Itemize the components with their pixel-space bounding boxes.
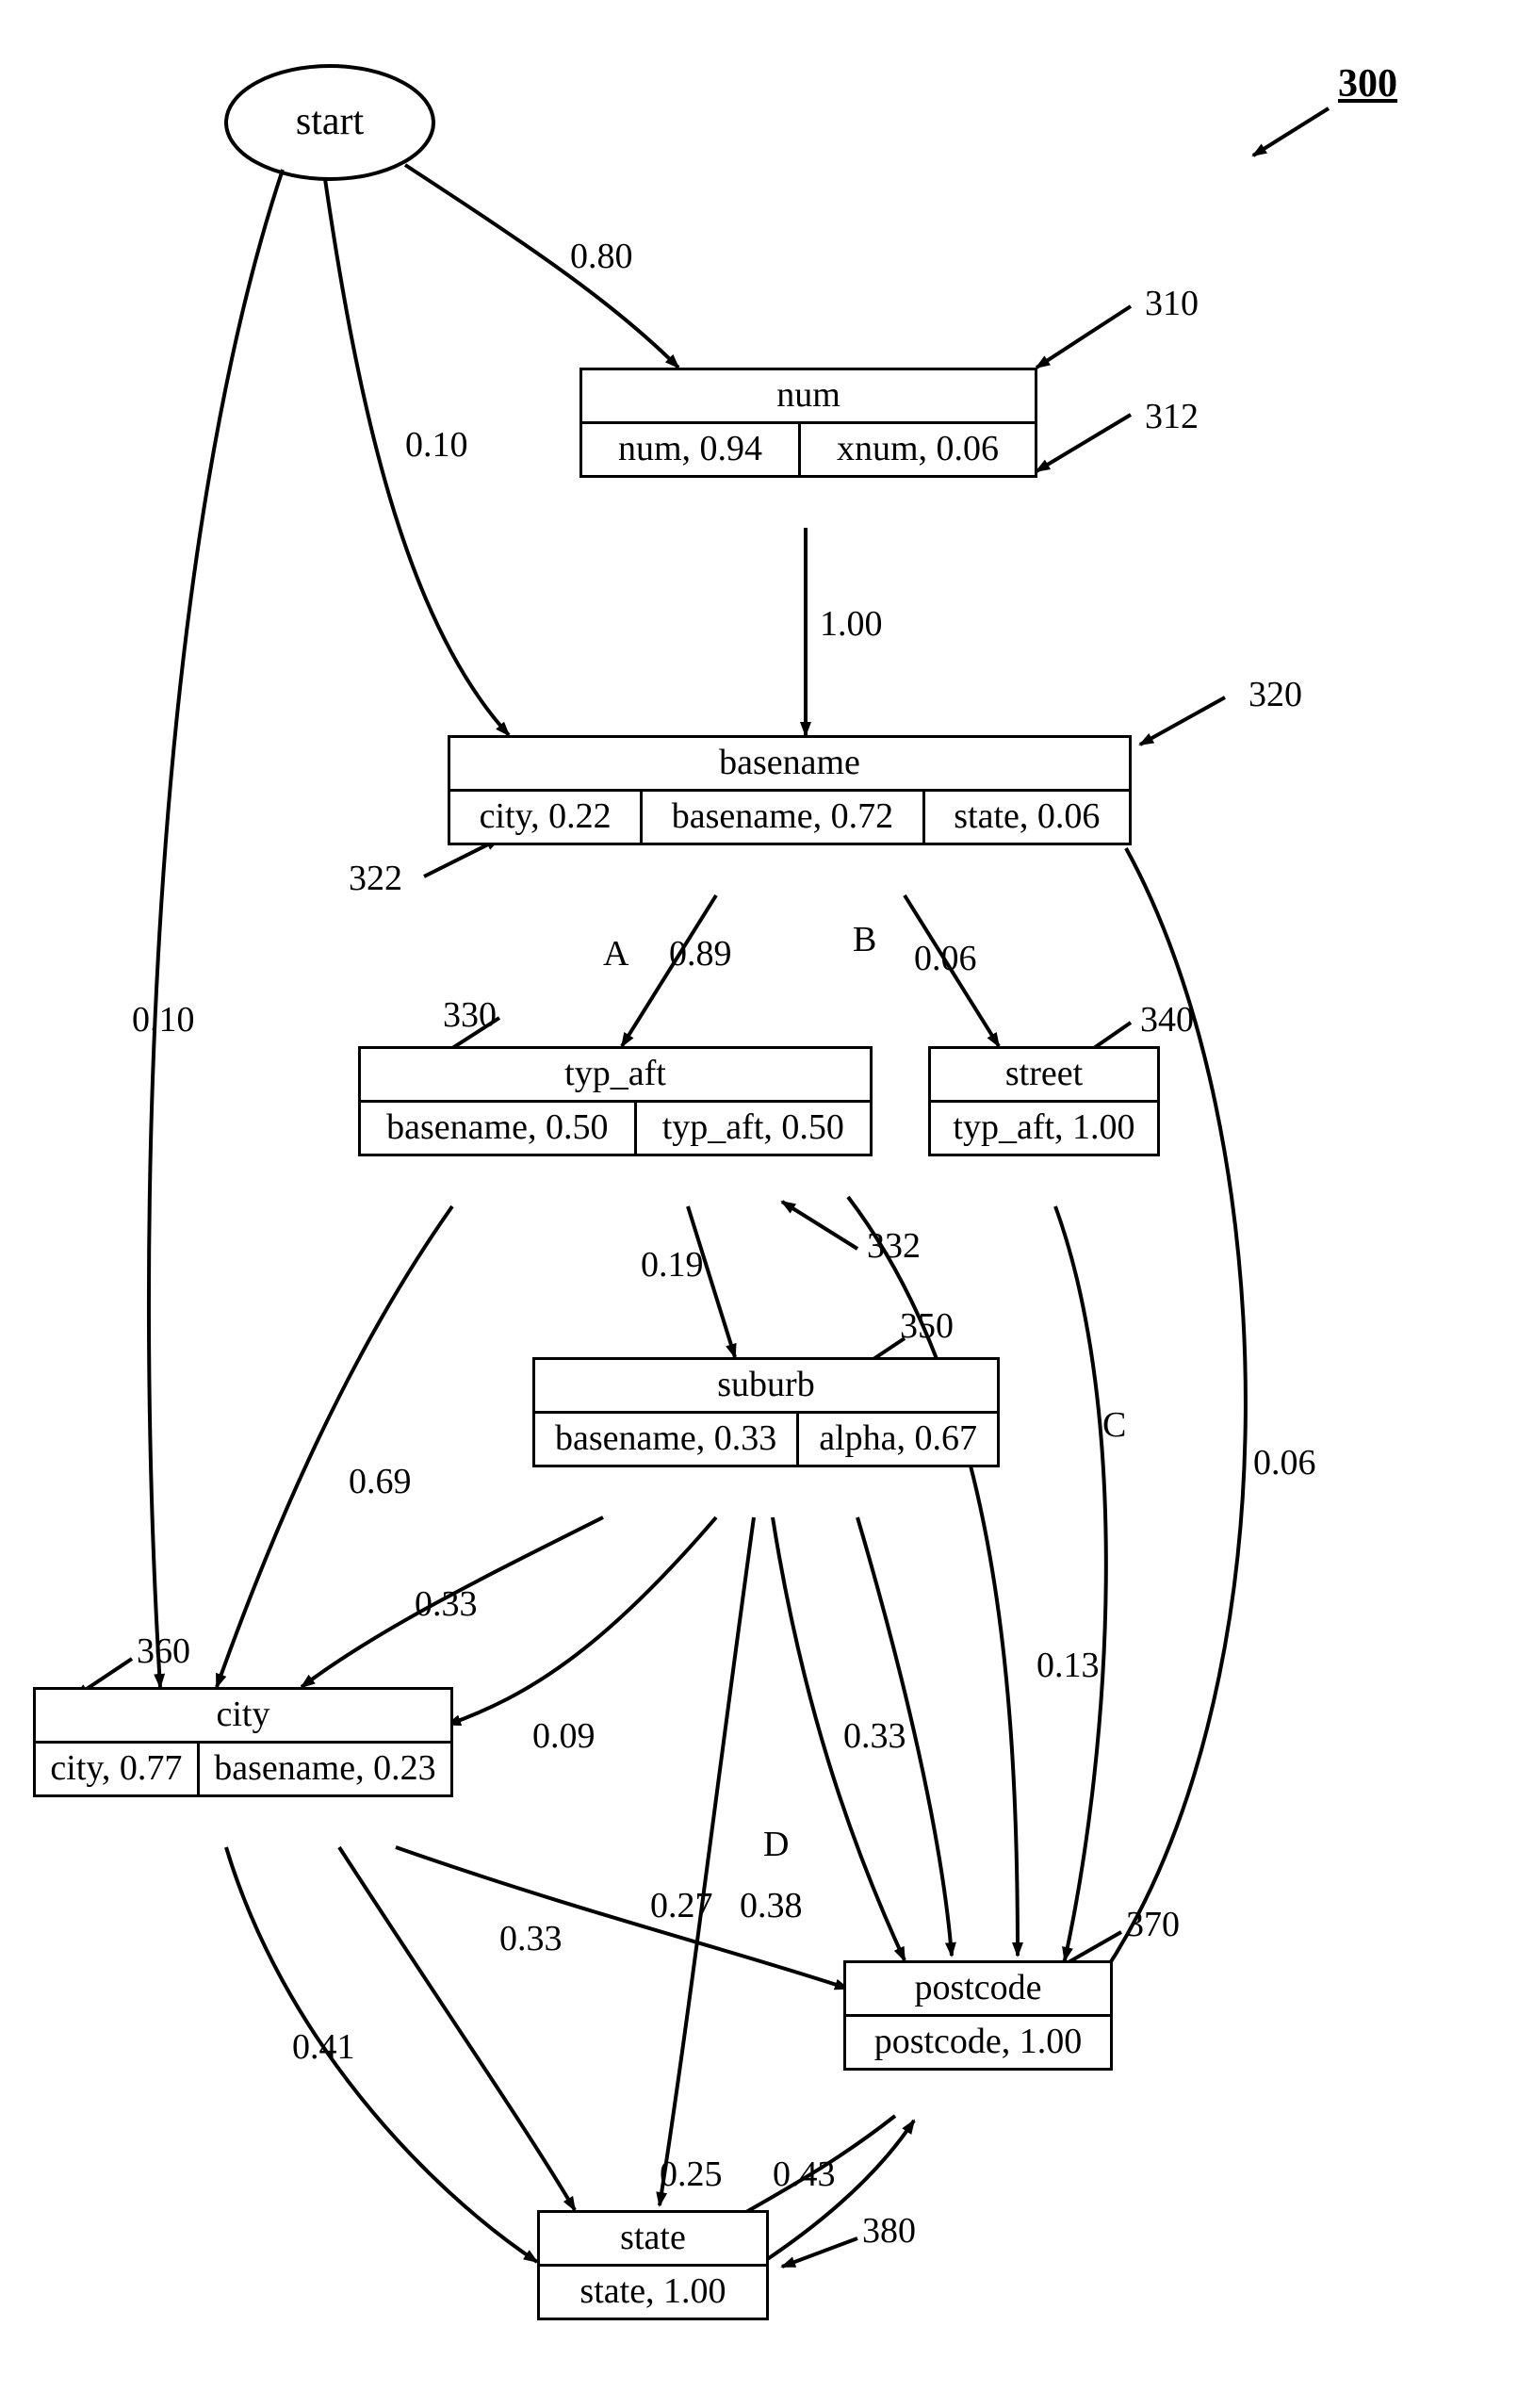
edge-basename-postcode: 0.06 xyxy=(1253,1442,1316,1483)
node-num: num num, 0.94 xnum, 0.06 xyxy=(579,368,1037,478)
edge-start-city: 0.10 xyxy=(132,999,195,1040)
edge-basename-typaft: 0.89 xyxy=(669,933,732,975)
node-suburb-cell-1: alpha, 0.67 xyxy=(796,1414,997,1465)
node-postcode: postcode postcode, 1.00 xyxy=(843,1960,1113,2071)
edge-postcode-state: 0.25 xyxy=(660,2154,723,2195)
letter-B: B xyxy=(853,919,876,960)
edge-basename-street: 0.06 xyxy=(914,938,977,979)
node-suburb-cell-0: basename, 0.33 xyxy=(535,1414,796,1465)
ref-312: 312 xyxy=(1145,396,1199,437)
edge-num-basename: 1.00 xyxy=(820,603,883,645)
node-postcode-title: postcode xyxy=(846,1963,1110,2017)
node-typaft-cell-1: typ_aft, 0.50 xyxy=(634,1103,870,1154)
edge-start-num: 0.80 xyxy=(570,236,633,277)
node-state-title: state xyxy=(540,2213,766,2267)
node-city-title: city xyxy=(36,1690,450,1744)
edge-city-postcode: 0.38 xyxy=(740,1885,803,1926)
ref-310: 310 xyxy=(1145,283,1199,324)
node-state-cell-0: state, 1.00 xyxy=(540,2267,766,2318)
node-typaft-title: typ_aft xyxy=(361,1049,870,1103)
node-basename-cell-0: city, 0.22 xyxy=(450,792,640,843)
letter-A: A xyxy=(603,933,628,975)
edge-city-state-b: 0.41 xyxy=(292,2026,355,2068)
edges-canvas xyxy=(0,0,1534,2408)
edge-suburb-state: 0.27 xyxy=(650,1885,713,1926)
letter-C: C xyxy=(1102,1404,1126,1446)
node-city-cell-0: city, 0.77 xyxy=(36,1744,197,1794)
ref-360: 360 xyxy=(137,1630,190,1672)
edge-state-postcode: 0.43 xyxy=(773,2154,836,2195)
node-basename-title: basename xyxy=(450,738,1129,792)
node-typaft: typ_aft basename, 0.50 typ_aft, 0.50 xyxy=(358,1046,873,1156)
edge-start-basename: 0.10 xyxy=(405,424,468,466)
node-suburb: suburb basename, 0.33 alpha, 0.67 xyxy=(532,1357,1000,1467)
node-typaft-cell-0: basename, 0.50 xyxy=(361,1103,634,1154)
ref-340: 340 xyxy=(1140,999,1194,1040)
edge-typaft-city: 0.69 xyxy=(349,1461,412,1502)
figure-ref-300: 300 xyxy=(1338,61,1397,106)
ref-350: 350 xyxy=(900,1305,954,1347)
node-street: street typ_aft, 1.00 xyxy=(928,1046,1160,1156)
node-basename: basename city, 0.22 basename, 0.72 state… xyxy=(448,735,1132,845)
node-num-cell-0: num, 0.94 xyxy=(582,424,798,475)
node-postcode-cell-0: postcode, 1.00 xyxy=(846,2017,1110,2068)
node-city-cell-1: basename, 0.23 xyxy=(197,1744,450,1794)
ref-380: 380 xyxy=(862,2210,916,2252)
node-street-cell-0: typ_aft, 1.00 xyxy=(931,1103,1157,1154)
edge-city-state-a: 0.33 xyxy=(499,1918,563,1959)
node-num-title: num xyxy=(582,370,1035,424)
node-suburb-title: suburb xyxy=(535,1360,997,1414)
ref-332: 332 xyxy=(867,1225,921,1267)
edge-typaft-suburb: 0.19 xyxy=(641,1244,704,1286)
node-state: state state, 1.00 xyxy=(537,2210,769,2320)
edge-typaft-postcode: 0.13 xyxy=(1036,1645,1100,1686)
ref-322: 322 xyxy=(349,858,402,899)
letter-D: D xyxy=(763,1824,789,1865)
node-basename-cell-2: state, 0.06 xyxy=(922,792,1129,843)
ref-370: 370 xyxy=(1126,1904,1180,1945)
node-city: city city, 0.77 basename, 0.23 xyxy=(33,1687,453,1797)
ref-330: 330 xyxy=(443,994,497,1036)
diagram-stage: start 300 num num, 0.94 xnum, 0.06 basen… xyxy=(0,0,1534,2408)
node-num-cell-1: xnum, 0.06 xyxy=(798,424,1035,475)
node-start-label: start xyxy=(283,99,377,144)
node-basename-cell-1: basename, 0.72 xyxy=(640,792,922,843)
node-street-title: street xyxy=(931,1049,1157,1103)
ref-320: 320 xyxy=(1248,674,1302,715)
edge-suburb-postcode: 0.33 xyxy=(843,1715,906,1757)
edge-suburb-city-b: 0.09 xyxy=(532,1715,596,1757)
edge-suburb-city-a: 0.33 xyxy=(415,1583,478,1625)
